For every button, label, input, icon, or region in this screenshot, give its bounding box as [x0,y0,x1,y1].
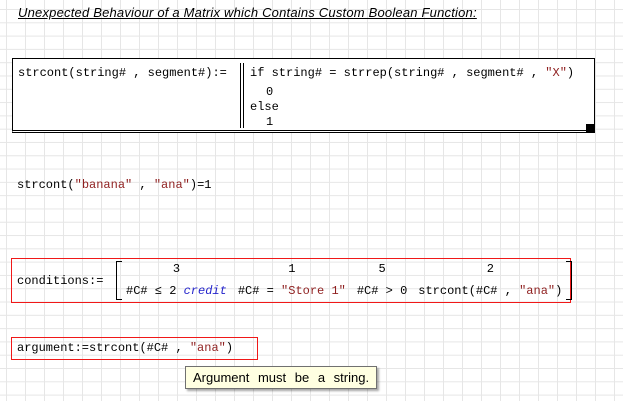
condition-text: #C# ≤ 2 [126,284,184,298]
argument-variable-name: argument [17,341,75,355]
string-literal-x: "X" [545,66,567,80]
string-literal-ana: "ana" [519,284,555,298]
argument-region[interactable]: argument:=strcont(#C# , "ana") [11,337,258,360]
conditions-lhs: conditions:= [17,274,103,288]
resize-handle[interactable] [586,124,595,133]
eval-result: 1 [204,178,211,192]
program-else-value: 1 [266,115,273,129]
argument-function-name: strcont [89,341,139,355]
matrix-cell-value[interactable]: 5 [357,262,407,276]
eval-close-paren: ) [190,178,197,192]
assign-operator: := [75,341,89,355]
assign-operator: := [89,274,103,288]
conditions-matrix: 3 #C# ≤ 2 credit 1 #C# = "Store 1" 5 #C#… [116,261,572,300]
function-name: strcont [18,66,68,80]
program-else-keyword: else [250,100,279,114]
conditions-variable-name: conditions [17,274,89,288]
string-literal-ana: "ana" [154,178,190,192]
matrix-column-2: 1 #C# = "Store 1" [238,262,346,299]
matrix-right-bracket-icon [566,261,572,300]
page-title: Unexpected Behaviour of a Matrix which C… [18,5,477,20]
program-then-value: 0 [266,85,273,99]
matrix-cell-condition[interactable]: #C# ≤ 2 credit [126,284,227,299]
string-literal-banana: "banana" [75,178,133,192]
argument-expression: argument:=strcont(#C# , "ana") [17,341,233,355]
condition-text: #C# = [238,284,281,298]
function-definition-lhs: strcont(string# , segment#):= [18,66,227,80]
argument-arg-text: #C# , [147,341,190,355]
matrix-cell-value[interactable]: 3 [126,262,227,276]
worksheet: Unexpected Behaviour of a Matrix which C… [0,0,623,401]
if-keyword: if [250,66,272,80]
evaluation-expression[interactable]: strcont("banana" , "ana")=1 [17,178,211,192]
function-args: (string# , segment#) [68,66,212,80]
matrix-cell-condition[interactable]: #C# > 0 [357,284,407,299]
conditions-region[interactable]: conditions:= 3 #C# ≤ 2 credit 1 #C# = "S… [11,258,571,303]
matrix-cell-condition[interactable]: strcont(#C# , "ana") [418,284,562,299]
if-lhs: string# [272,66,322,80]
condition-text: #C# > 0 [357,284,407,298]
program-if-line: if string# = strrep(string# , segment# ,… [250,66,574,80]
matrix-cell-value[interactable]: 1 [238,262,346,276]
strrep-close-paren: ) [567,66,574,80]
eval-function-name: strcont [17,178,67,192]
matrix-cell-condition[interactable]: #C# = "Store 1" [238,284,346,299]
program-bar-icon [240,63,244,128]
string-literal-store1: "Store 1" [281,284,346,298]
strrep-call: strrep [344,66,387,80]
function-definition-region[interactable]: strcont(string# , segment#):= if string#… [12,58,595,133]
matrix-column-1: 3 #C# ≤ 2 credit [126,262,227,299]
argument-open-paren: ( [139,341,146,355]
matrix-columns: 3 #C# ≤ 2 credit 1 #C# = "Store 1" 5 #C#… [122,261,566,300]
credit-keyword: credit [184,284,227,298]
string-literal-ana: "ana" [190,341,226,355]
assign-operator: := [212,66,226,80]
if-equals: = [322,66,344,80]
condition-close: ) [555,284,562,298]
matrix-column-3: 5 #C# > 0 [357,262,407,299]
strcont-call-text: strcont(#C# , [418,284,519,298]
matrix-cell-value[interactable]: 2 [418,262,562,276]
argument-close-paren: ) [226,341,233,355]
matrix-column-4: 2 strcont(#C# , "ana") [418,262,562,299]
eval-open-paren: ( [67,178,74,192]
error-tooltip: Argument must be a string. [185,366,377,389]
eval-separator: , [132,178,154,192]
strrep-args: (string# , segment# , [387,66,545,80]
